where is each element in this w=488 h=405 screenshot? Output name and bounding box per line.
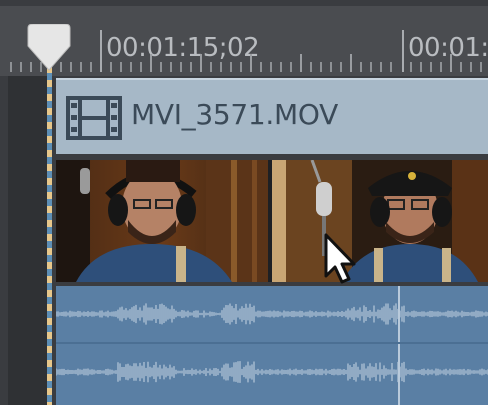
video-thumbnails <box>56 160 488 282</box>
ruler-minor-tick <box>90 62 92 72</box>
ruler-minor-tick <box>180 62 182 72</box>
ruler-minor-tick <box>120 62 122 72</box>
ruler-minor-tick <box>250 54 252 72</box>
ruler-minor-tick <box>260 62 262 72</box>
ruler-minor-tick <box>160 62 162 72</box>
audio-channel-divider <box>56 342 488 344</box>
mouse-pointer-icon <box>324 233 356 284</box>
ruler-major-tick <box>100 30 102 72</box>
ruler-minor-tick <box>280 62 282 72</box>
clip-name: MVI_3571.MOV <box>131 98 338 131</box>
ruler-minor-tick <box>310 62 312 72</box>
ruler-minor-tick <box>140 62 142 72</box>
ruler-minor-tick <box>470 62 472 72</box>
ruler-minor-tick <box>350 54 352 72</box>
ruler-minor-tick <box>380 62 382 72</box>
ruler-minor-tick <box>130 62 132 72</box>
ruler-minor-tick <box>20 62 22 72</box>
ruler-minor-tick <box>340 62 342 72</box>
timeline-panel: 00:01:15;02 00:01: MVI_3571.MOV <box>0 0 488 405</box>
ruler-minor-tick <box>390 62 392 72</box>
ruler-minor-tick <box>10 62 12 72</box>
video-thumbnail <box>272 160 488 282</box>
ruler-minor-tick <box>460 62 462 72</box>
ruler-minor-tick <box>240 62 242 72</box>
video-clip[interactable]: MVI_3571.MOV <box>55 78 488 405</box>
ruler-minor-tick <box>220 62 222 72</box>
ruler-minor-tick <box>150 54 152 72</box>
audio-waveform <box>55 286 488 405</box>
ruler-major-tick <box>402 30 404 72</box>
ruler-minor-tick <box>450 54 452 72</box>
ruler-minor-tick <box>370 62 372 72</box>
ruler-minor-tick <box>80 62 82 72</box>
playhead-line[interactable] <box>47 66 52 405</box>
ruler-minor-tick <box>420 62 422 72</box>
ruler-minor-tick <box>430 62 432 72</box>
ruler-minor-tick <box>170 62 172 72</box>
playhead-handle[interactable] <box>25 24 73 72</box>
ruler-minor-tick <box>190 62 192 72</box>
clip-header[interactable]: MVI_3571.MOV <box>56 78 488 154</box>
ruler-minor-tick <box>410 62 412 72</box>
ruler-minor-tick <box>360 62 362 72</box>
ruler-minor-tick <box>200 54 202 72</box>
ruler-timecode-label: 00:01:15;02 <box>106 33 260 63</box>
ruler-minor-tick <box>300 54 302 72</box>
film-strip-icon <box>66 96 122 140</box>
ruler-timecode-label: 00:01: <box>408 33 488 63</box>
ruler-minor-tick <box>480 62 482 72</box>
track-header-strip <box>8 76 52 405</box>
timeline-ruler[interactable]: 00:01:15;02 00:01: <box>0 6 488 76</box>
ruler-minor-tick <box>440 62 442 72</box>
ruler-minor-tick <box>230 62 232 72</box>
video-thumbnail <box>56 160 268 282</box>
ruler-minor-tick <box>270 62 272 72</box>
ruler-minor-tick <box>320 62 322 72</box>
ruler-minor-tick <box>330 62 332 72</box>
ruler-minor-tick <box>290 62 292 72</box>
audio-waveform-track <box>55 286 488 405</box>
ruler-minor-tick <box>110 62 112 72</box>
ruler-minor-tick <box>210 62 212 72</box>
